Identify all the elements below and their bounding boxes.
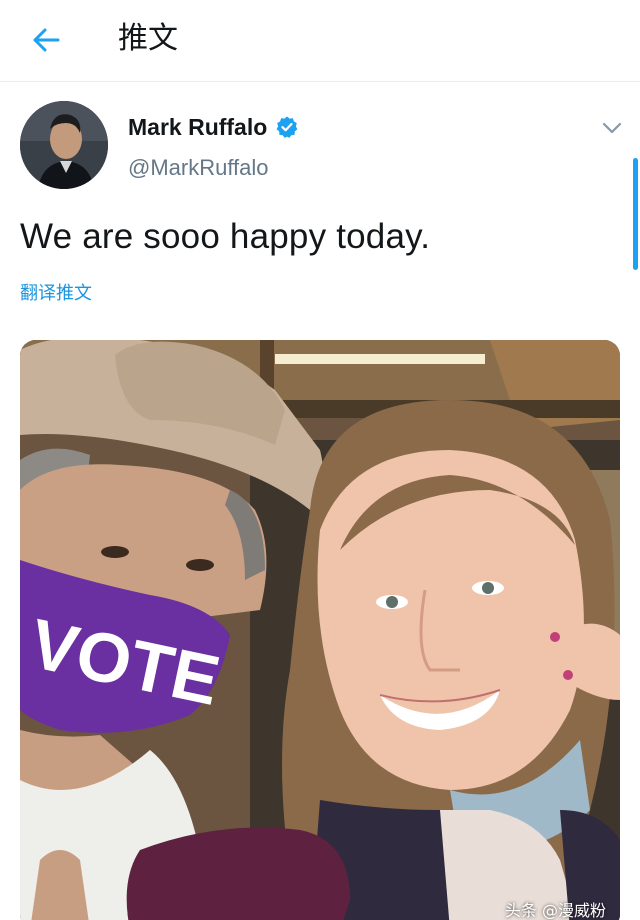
tweet-text: We are sooo happy today. xyxy=(20,217,431,256)
photo-illustration: VOTE xyxy=(20,340,620,920)
scrollbar[interactable] xyxy=(633,158,638,270)
tweet-photo[interactable]: VOTE 头条 @漫威粉 xyxy=(20,340,620,920)
top-bar: 推文 xyxy=(0,0,640,82)
arrow-left-icon xyxy=(33,28,60,52)
user-handle[interactable]: @MarkRuffalo xyxy=(128,153,269,183)
verified-badge-icon xyxy=(276,116,298,138)
translate-tweet-link[interactable]: 翻译推文 xyxy=(20,280,92,308)
display-name-text: Mark Ruffalo xyxy=(128,114,268,140)
avatar[interactable] xyxy=(20,101,108,189)
back-button[interactable] xyxy=(26,20,66,60)
display-name[interactable]: Mark Ruffalo xyxy=(128,112,299,142)
page-title: 推文 xyxy=(118,21,178,56)
tweet-detail-screen: 推文 Mark Ruffalo @MarkRuffalo We are sooo… xyxy=(0,0,640,920)
chevron-down-icon[interactable] xyxy=(598,114,626,142)
watermark: 头条 @漫威粉 xyxy=(504,901,606,920)
avatar-image xyxy=(20,101,108,189)
